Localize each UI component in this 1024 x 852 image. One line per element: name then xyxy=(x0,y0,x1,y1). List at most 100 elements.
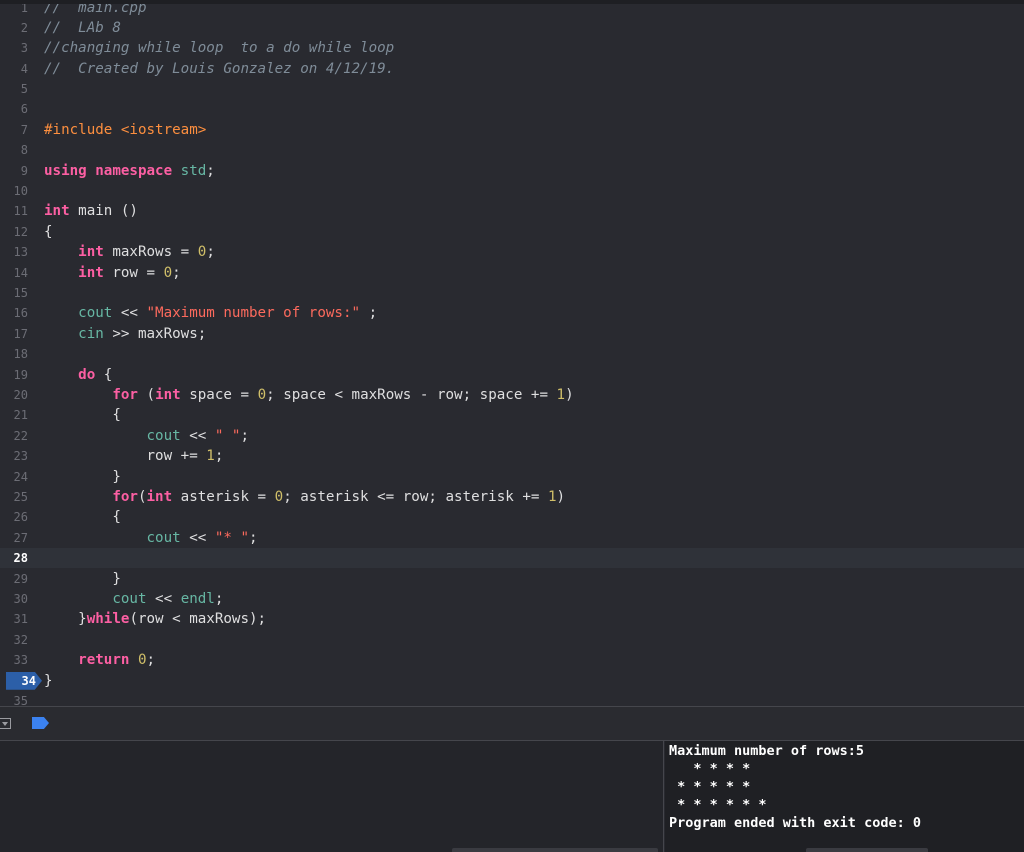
code-line[interactable]: 22 cout << " "; xyxy=(0,426,1024,446)
line-number[interactable]: 14 xyxy=(0,266,28,280)
code-line[interactable]: 15 xyxy=(0,283,1024,303)
code-line[interactable]: 30 cout << endl; xyxy=(0,589,1024,609)
code-text[interactable]: } xyxy=(44,469,121,485)
code-line[interactable]: 17 cin >> maxRows; xyxy=(0,324,1024,344)
code-line[interactable]: 28 xyxy=(0,548,1024,569)
code-line[interactable]: 8 xyxy=(0,140,1024,160)
code-text[interactable]: } xyxy=(44,673,53,689)
line-number[interactable]: 27 xyxy=(0,531,28,545)
code-line[interactable]: 18 xyxy=(0,344,1024,364)
code-line[interactable]: 12 { xyxy=(0,222,1024,242)
line-number[interactable]: 30 xyxy=(0,592,28,606)
line-number[interactable]: 33 xyxy=(0,653,28,667)
code-line[interactable]: 11 int main () xyxy=(0,201,1024,221)
code-text[interactable]: // Created by Louis Gonzalez on 4/12/19. xyxy=(44,61,394,77)
code-text[interactable]: cout << " "; xyxy=(44,428,250,444)
line-number[interactable]: 9 xyxy=(0,164,28,178)
code-text[interactable]: { xyxy=(44,407,121,423)
code-text[interactable]: cout << "Maximum number of rows:" ; xyxy=(44,305,377,321)
code-line[interactable]: 4 // Created by Louis Gonzalez on 4/12/19… xyxy=(0,59,1024,79)
code-text[interactable]: do { xyxy=(44,367,112,383)
line-number[interactable]: 3 xyxy=(0,41,28,55)
code-line[interactable]: 23 row += 1; xyxy=(0,446,1024,466)
code-line[interactable]: 13 int maxRows = 0; xyxy=(0,242,1024,262)
breakpoint-continue-icon[interactable] xyxy=(32,717,49,729)
code-line[interactable]: 3 //changing while loop to a do while loo… xyxy=(0,38,1024,58)
code-line[interactable]: 16 cout << "Maximum number of rows:" ; xyxy=(0,303,1024,323)
line-number[interactable]: 26 xyxy=(0,510,28,524)
code-line[interactable]: 9 using namespace std; xyxy=(0,161,1024,181)
code-text[interactable]: using namespace std; xyxy=(44,163,215,179)
source-editor[interactable]: 1 // main.cpp 2 // LAb 8 3 //changing while l… xyxy=(0,0,1024,706)
line-number[interactable]: 29 xyxy=(0,572,28,586)
code-line[interactable]: 2 // LAb 8 xyxy=(0,18,1024,38)
line-number[interactable]: 22 xyxy=(0,429,28,443)
line-number[interactable]: 16 xyxy=(0,306,28,320)
code-text[interactable]: for(int asterisk = 0; asterisk <= row; a… xyxy=(44,489,565,505)
line-number[interactable]: 17 xyxy=(0,327,28,341)
code-line[interactable]: 5 xyxy=(0,79,1024,99)
hide-debug-area-icon[interactable] xyxy=(0,718,11,729)
line-number[interactable]: 35 xyxy=(0,694,28,706)
code-text[interactable]: } xyxy=(44,571,121,587)
line-number[interactable]: 18 xyxy=(0,347,28,361)
code-text[interactable]: { xyxy=(44,509,121,525)
code-line[interactable]: 1 // main.cpp xyxy=(0,4,1024,18)
line-number[interactable]: 28 xyxy=(0,551,28,565)
line-number[interactable]: 11 xyxy=(0,204,28,218)
code-text[interactable]: int row = 0; xyxy=(44,265,181,281)
code-line[interactable]: 20 for (int space = 0; space < maxRows -… xyxy=(0,385,1024,405)
line-number[interactable]: 15 xyxy=(0,286,28,300)
code-line[interactable]: 33 return 0; xyxy=(0,650,1024,670)
code-text[interactable]: cin >> maxRows; xyxy=(44,326,206,342)
line-number[interactable]: 25 xyxy=(0,490,28,504)
code-text[interactable]: { xyxy=(44,224,53,240)
line-number[interactable]: 21 xyxy=(0,408,28,422)
code-text[interactable]: for (int space = 0; space < maxRows - ro… xyxy=(44,387,573,403)
code-line[interactable]: 21 { xyxy=(0,405,1024,425)
code-line[interactable]: 29 } xyxy=(0,569,1024,589)
code-text[interactable]: #include <iostream> xyxy=(44,122,206,138)
code-text[interactable]: int maxRows = 0; xyxy=(44,244,215,260)
code-line[interactable]: 6 xyxy=(0,99,1024,119)
code-line[interactable]: 14 int row = 0; xyxy=(0,263,1024,283)
code-text[interactable]: cout << "* "; xyxy=(44,530,258,546)
code-line[interactable]: 24 } xyxy=(0,467,1024,487)
code-text[interactable]: return 0; xyxy=(44,652,155,668)
code-line[interactable]: 10 xyxy=(0,181,1024,201)
line-number[interactable]: 2 xyxy=(0,21,28,35)
line-number[interactable]: 31 xyxy=(0,612,28,626)
line-number[interactable]: 23 xyxy=(0,449,28,463)
line-number[interactable]: 8 xyxy=(0,143,28,157)
line-number[interactable]: 24 xyxy=(0,470,28,484)
code-text[interactable]: }while(row < maxRows); xyxy=(44,611,266,627)
code-line[interactable]: 34} xyxy=(0,671,1024,691)
console-output[interactable]: Maximum number of rows:5 * * * * * * * *… xyxy=(665,741,1024,852)
line-number[interactable]: 20 xyxy=(0,388,28,402)
code-line[interactable]: 26 { xyxy=(0,507,1024,527)
variables-view[interactable] xyxy=(0,741,664,852)
line-number[interactable]: 32 xyxy=(0,633,28,647)
code-line[interactable]: 35 xyxy=(0,691,1024,706)
code-text[interactable]: // LAb 8 xyxy=(44,20,121,36)
line-number[interactable]: 12 xyxy=(0,225,28,239)
code-text[interactable]: cout << endl; xyxy=(44,591,223,607)
line-number[interactable]: 19 xyxy=(0,368,28,382)
code-line[interactable]: 31 }while(row < maxRows); xyxy=(0,609,1024,629)
code-text[interactable]: // main.cpp xyxy=(44,4,147,16)
line-number[interactable]: 4 xyxy=(0,62,28,76)
line-number[interactable]: 1 xyxy=(0,4,28,15)
code-text[interactable]: int main () xyxy=(44,203,138,219)
line-number[interactable]: 5 xyxy=(0,82,28,96)
code-line[interactable]: 32 xyxy=(0,630,1024,650)
code-text[interactable]: row += 1; xyxy=(44,448,223,464)
line-number[interactable]: 13 xyxy=(0,245,28,259)
code-line[interactable]: 27 cout << "* "; xyxy=(0,528,1024,548)
code-line[interactable]: 19 do { xyxy=(0,365,1024,385)
breakpoint-marker[interactable]: 34 xyxy=(6,671,42,690)
line-number[interactable]: 10 xyxy=(0,184,28,198)
line-number[interactable]: 6 xyxy=(0,102,28,116)
code-line[interactable]: 7 #include <iostream> xyxy=(0,120,1024,140)
code-line[interactable]: 25 for(int asterisk = 0; asterisk <= row… xyxy=(0,487,1024,507)
line-number[interactable]: 7 xyxy=(0,123,28,137)
